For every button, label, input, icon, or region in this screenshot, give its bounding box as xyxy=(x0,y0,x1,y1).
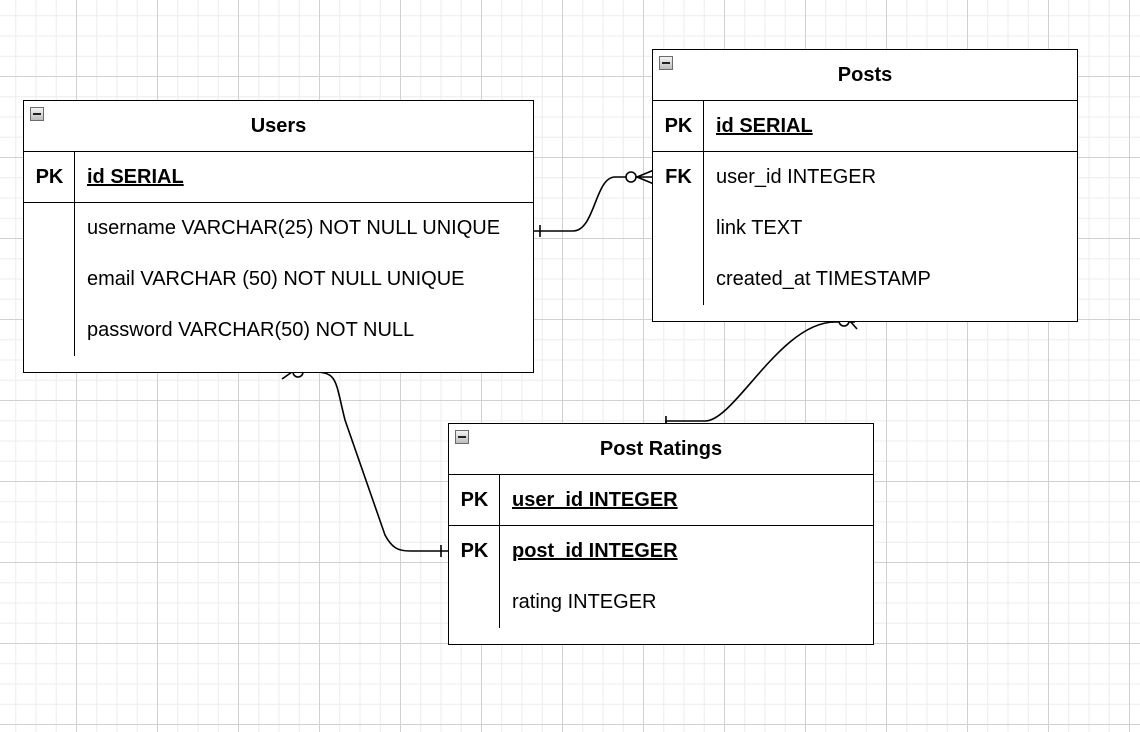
table-row[interactable]: link TEXT xyxy=(653,203,1077,254)
table-title: Users xyxy=(250,114,307,137)
field-label: link TEXT xyxy=(716,217,803,239)
table-row[interactable]: PK post_id INTEGER xyxy=(449,526,873,577)
field-label: password VARCHAR(50) NOT NULL xyxy=(87,319,415,341)
table-row[interactable]: rating INTEGER xyxy=(449,577,873,628)
posts-table[interactable]: Posts PK id SERIAL FK user_id INTEGER li… xyxy=(652,49,1078,322)
collapse-icon[interactable] xyxy=(455,430,469,444)
field-label: user_id INTEGER xyxy=(716,166,877,188)
field-label: user_id INTEGER xyxy=(512,488,678,511)
table-row[interactable]: PK id SERIAL xyxy=(653,101,1077,152)
key-label: PK xyxy=(460,488,489,511)
table-title: Post Ratings xyxy=(599,437,723,460)
key-label: FK xyxy=(665,166,692,188)
table-row[interactable]: password VARCHAR(50) NOT NULL xyxy=(24,305,533,356)
table-row[interactable]: username VARCHAR(25) NOT NULL UNIQUE xyxy=(24,203,533,254)
users-table[interactable]: Users PK id SERIAL username VARCHAR(25) … xyxy=(23,100,534,373)
post-ratings-table[interactable]: Post Ratings PK user_id INTEGER PK post_… xyxy=(448,423,874,645)
field-label: id SERIAL xyxy=(87,165,184,188)
collapse-icon[interactable] xyxy=(659,56,673,70)
table-row[interactable]: created_at TIMESTAMP xyxy=(653,254,1077,305)
diagram-canvas[interactable]: Users PK id SERIAL username VARCHAR(25) … xyxy=(0,0,1140,732)
users-table-header[interactable]: Users xyxy=(24,101,533,152)
rel-ratings-posts[interactable] xyxy=(665,312,858,428)
rel-users-ratings[interactable] xyxy=(281,364,449,557)
table-row[interactable]: FK user_id INTEGER xyxy=(653,152,1077,203)
key-label: PK xyxy=(35,165,64,188)
key-label: PK xyxy=(460,540,489,562)
field-label: email VARCHAR (50) NOT NULL UNIQUE xyxy=(87,268,465,290)
posts-table-header[interactable]: Posts xyxy=(653,50,1077,101)
table-row[interactable]: PK id SERIAL xyxy=(24,152,533,203)
field-label: id SERIAL xyxy=(716,114,813,137)
key-label: PK xyxy=(664,114,693,137)
post-ratings-table-header[interactable]: Post Ratings xyxy=(449,424,873,475)
field-label: rating INTEGER xyxy=(512,591,657,613)
field-label: post_id INTEGER xyxy=(512,540,678,562)
table-row[interactable]: email VARCHAR (50) NOT NULL UNIQUE xyxy=(24,254,533,305)
field-label: username VARCHAR(25) NOT NULL UNIQUE xyxy=(87,217,501,239)
rel-users-posts[interactable] xyxy=(534,169,655,237)
table-title: Posts xyxy=(837,63,893,86)
field-label: created_at TIMESTAMP xyxy=(716,268,931,290)
zero-marker xyxy=(625,171,637,183)
collapse-icon[interactable] xyxy=(30,107,44,121)
table-row[interactable]: PK user_id INTEGER xyxy=(449,475,873,526)
